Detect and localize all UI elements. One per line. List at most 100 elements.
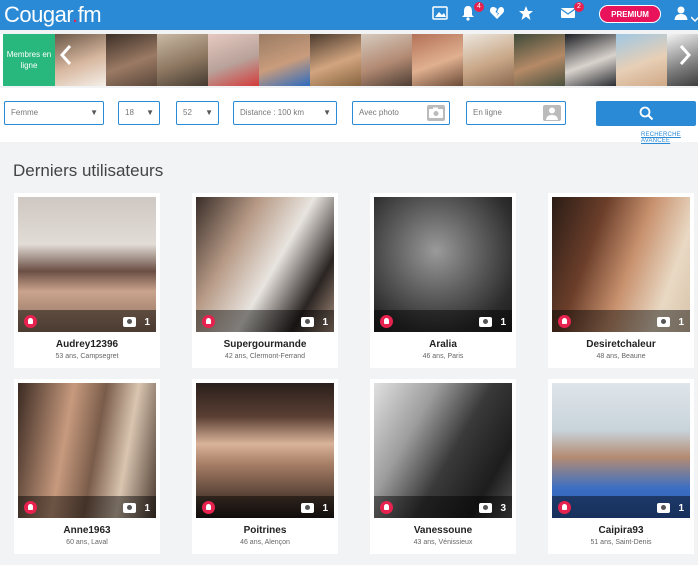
contact-pin-icon[interactable]: [380, 315, 393, 328]
camera-icon: [123, 317, 136, 327]
search-button[interactable]: [596, 101, 696, 126]
user-icon[interactable]: [673, 5, 691, 23]
camera-icon: [479, 503, 492, 513]
contact-pin-icon[interactable]: [202, 501, 215, 514]
age-min-value: 18: [125, 108, 134, 117]
caret-down-icon: ▼: [90, 108, 98, 117]
user-card[interactable]: 1 Desiretchaleur 48 ans, Beaune: [548, 193, 694, 368]
search-icon: [639, 106, 654, 121]
broken-heart-icon[interactable]: [489, 5, 507, 23]
camera-icon: [427, 105, 445, 121]
member-thumbnail[interactable]: [514, 34, 565, 86]
user-info: 60 ans, Laval: [66, 539, 108, 546]
camera-icon: [301, 317, 314, 327]
member-thumbnail[interactable]: [565, 34, 616, 86]
age-max-value: 52: [183, 108, 192, 117]
contact-pin-icon[interactable]: [24, 315, 37, 328]
member-thumbnail[interactable]: [208, 34, 259, 86]
strip-prev-arrow[interactable]: [59, 44, 72, 73]
online-label: En ligne: [473, 108, 502, 117]
user-name[interactable]: Vanessoune: [370, 525, 516, 536]
age-min-select[interactable]: 18 ▼: [118, 101, 160, 125]
photo-count: 1: [322, 503, 328, 514]
user-info: 42 ans, Clermont-Ferrand: [224, 353, 306, 360]
member-thumbnail[interactable]: [361, 34, 412, 86]
online-toggle[interactable]: En ligne: [466, 101, 566, 125]
user-name[interactable]: Supergourmande: [192, 339, 338, 350]
caret-down-icon: ▼: [146, 108, 154, 117]
photo-icon[interactable]: [432, 5, 450, 23]
online-members-tile[interactable]: Membres en ligne: [3, 34, 55, 86]
camera-icon: [123, 503, 136, 513]
photo-overlay: 1: [196, 310, 334, 332]
member-thumbnail[interactable]: [259, 34, 310, 86]
with-photo-toggle[interactable]: Avec photo: [352, 101, 450, 125]
member-thumbnail[interactable]: [412, 34, 463, 86]
photo-overlay: 1: [18, 310, 156, 332]
contact-pin-icon[interactable]: [380, 501, 393, 514]
user-name[interactable]: Audrey12396: [14, 339, 160, 350]
user-photo[interactable]: 3: [374, 383, 512, 518]
distance-select[interactable]: Distance : 100 km ▼: [233, 101, 337, 125]
caret-down-icon: ▼: [205, 108, 213, 117]
user-card[interactable]: 1 Supergourmande 42 ans, Clermont-Ferran…: [192, 193, 338, 368]
photo-overlay: 1: [374, 310, 512, 332]
with-photo-label: Avec photo: [359, 108, 399, 117]
photo-count: 1: [678, 317, 684, 328]
camera-icon: [301, 503, 314, 513]
user-photo[interactable]: 1: [552, 383, 690, 518]
logo-text: Cougar: [4, 2, 72, 27]
user-name[interactable]: Desiretchaleur: [548, 339, 694, 350]
user-info: 46 ans, Alençon: [240, 539, 290, 546]
bell-icon[interactable]: 4: [460, 2, 484, 23]
member-thumbnail[interactable]: [616, 34, 667, 86]
user-photo[interactable]: 1: [18, 383, 156, 518]
contact-pin-icon[interactable]: [202, 315, 215, 328]
contact-pin-icon[interactable]: [24, 501, 37, 514]
user-card[interactable]: 1 Aralia 46 ans, Paris: [370, 193, 516, 368]
user-card[interactable]: 1 Audrey12396 53 ans, Campsegret: [14, 193, 160, 368]
user-name[interactable]: Aralia: [370, 339, 516, 350]
star-icon[interactable]: [518, 5, 536, 23]
user-info: 46 ans, Paris: [422, 353, 464, 360]
user-info: 51 ans, Saint-Denis: [590, 539, 652, 546]
premium-button[interactable]: PREMIUM: [599, 5, 661, 23]
user-name[interactable]: Poitrines: [192, 525, 338, 536]
user-photo[interactable]: 1: [196, 383, 334, 518]
user-name[interactable]: Caipira93: [548, 525, 694, 536]
user-photo[interactable]: 1: [196, 197, 334, 332]
user-card[interactable]: 3 Vanessoune 43 ans, Vénissieux: [370, 379, 516, 554]
photo-count: 1: [500, 317, 506, 328]
logo-tld: fm: [77, 2, 102, 27]
section-title: Derniers utilisateurs: [13, 161, 164, 180]
strip-next-arrow[interactable]: [679, 44, 692, 73]
user-info: 53 ans, Campsegret: [55, 353, 119, 360]
member-thumbnail[interactable]: [463, 34, 514, 86]
user-photo[interactable]: 1: [552, 197, 690, 332]
user-card[interactable]: 1 Caipira93 51 ans, Saint-Denis: [548, 379, 694, 554]
user-photo[interactable]: 1: [374, 197, 512, 332]
chevron-down-icon[interactable]: [690, 10, 698, 28]
mail-icon[interactable]: 2: [560, 2, 584, 23]
advanced-search-link[interactable]: RECHERCHE AVANCÉE: [641, 132, 698, 144]
photo-overlay: 1: [18, 496, 156, 518]
site-logo[interactable]: Cougar.fm: [4, 2, 102, 28]
contact-pin-icon[interactable]: [558, 315, 571, 328]
user-card[interactable]: 1 Anne1963 60 ans, Laval: [14, 379, 160, 554]
gender-select-value: Femme: [11, 108, 39, 117]
user-photo[interactable]: 1: [18, 197, 156, 332]
user-card[interactable]: 1 Poitrines 46 ans, Alençon: [192, 379, 338, 554]
member-thumbnail[interactable]: [310, 34, 361, 86]
member-thumbnail[interactable]: [106, 34, 157, 86]
user-silhouette-icon: [543, 105, 561, 121]
member-thumbnail[interactable]: [157, 34, 208, 86]
photo-count: 1: [144, 317, 150, 328]
user-name[interactable]: Anne1963: [14, 525, 160, 536]
age-max-select[interactable]: 52 ▼: [176, 101, 219, 125]
online-members-strip: Membres en ligne: [0, 34, 698, 86]
caret-down-icon: ▼: [323, 108, 331, 117]
photo-overlay: 3: [374, 496, 512, 518]
contact-pin-icon[interactable]: [558, 501, 571, 514]
gender-select[interactable]: Femme ▼: [4, 101, 104, 125]
photo-count: 1: [322, 317, 328, 328]
